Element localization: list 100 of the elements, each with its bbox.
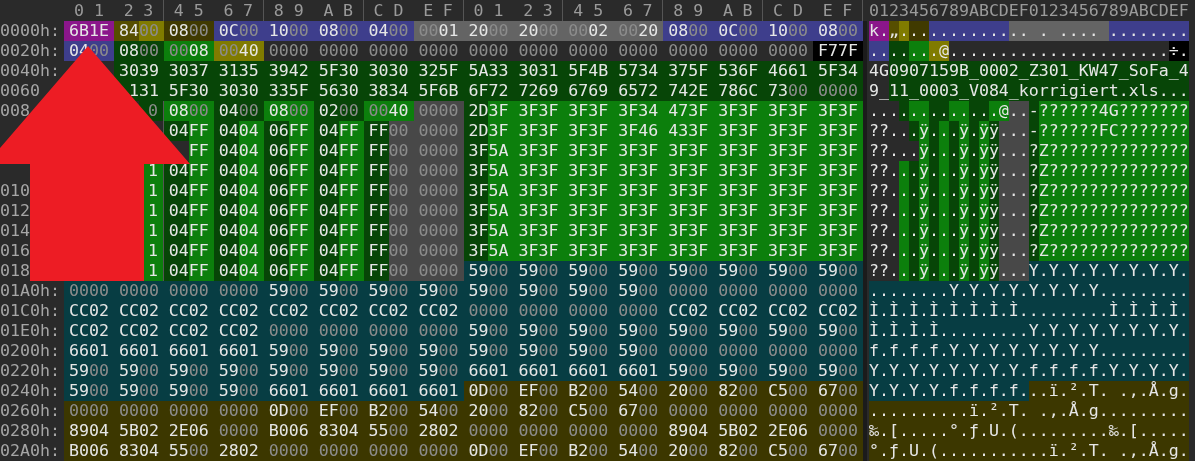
hex-cell: 6700 (813, 441, 863, 461)
hex-cell: 3F3F (613, 201, 664, 221)
hex-cell: 5900 (663, 261, 714, 281)
hex-cell: 2E06 (163, 421, 214, 441)
hex-cell: 06FF (263, 161, 314, 181)
hex-cell: 7269 (513, 81, 564, 101)
hex-cell: 3F3F (513, 241, 564, 261)
hex-cell: 3F34 (613, 101, 664, 121)
hex-cell: 5900 (413, 361, 464, 381)
hex-cell: 5900 (663, 321, 714, 341)
hex-cell: 5900 (713, 361, 764, 381)
column-label: 5 (592, 0, 605, 21)
hex-cell: 04FF (163, 261, 214, 281)
hex-cell: 5500 (363, 421, 414, 441)
hex-cell: 5900 (613, 261, 664, 281)
hex-cell: FF00 (363, 261, 414, 281)
column-label: 4 (172, 0, 185, 21)
hex-cell: 6601 (613, 361, 664, 381)
hex-cell: 5734 (613, 61, 664, 81)
hex-cell: 3F5A (463, 161, 514, 181)
hex-cell: 6601 (263, 381, 314, 401)
hex-cell: 6F72 (463, 81, 514, 101)
hex-cell: 5900 (263, 361, 314, 381)
hex-cell: 5F34 (813, 61, 863, 81)
column-label: 6 (622, 0, 635, 21)
hex-cell: 473F (663, 101, 714, 121)
hex-cell: 0000 (663, 281, 714, 301)
hex-cell: 2E06 (763, 421, 814, 441)
hex-cell: 5900 (813, 361, 863, 381)
hex-cell: 0800 (813, 21, 863, 41)
column-label: B (741, 0, 754, 21)
hex-cell: CC02 (813, 301, 863, 321)
column-label: 0 (72, 0, 85, 21)
hex-cell: 0404 (213, 161, 264, 181)
hex-cell: 5900 (663, 361, 714, 381)
hex-cell: 5900 (263, 341, 314, 361)
hex-cell: 0000 (213, 421, 264, 441)
hex-cell: 5900 (563, 321, 614, 341)
hex-cell: 3F3F (713, 221, 764, 241)
hex-cell: C500 (563, 401, 614, 421)
hex-cell: 0D00 (463, 381, 514, 401)
hex-cell: 3F3F (663, 221, 714, 241)
hex-cell: 04FF (313, 161, 364, 181)
hex-cell: 04FF (313, 241, 364, 261)
hex-cell: 8304 (313, 421, 364, 441)
hex-cell: 5900 (263, 281, 314, 301)
hex-cell: 8904 (663, 421, 714, 441)
hex-cell: 3039 (113, 61, 164, 81)
ascii-text: ??...ÿ...ÿ.ÿÿ...Y.Y.Y.Y.Y.Y.Y.Y. (869, 261, 1189, 281)
hex-cell: 04FF (313, 121, 364, 141)
hex-cell: 0000 (363, 441, 414, 461)
hex-cell: 3F3F (613, 141, 664, 161)
hex-cell: 04FF (313, 201, 364, 221)
hex-cell: 6B1E (64, 21, 114, 41)
ascii-column-header: 0123456789ABCDEF0123456789ABCDEF (869, 0, 1189, 21)
hex-cell: B200 (563, 381, 614, 401)
hex-cell: 3F3F (813, 161, 863, 181)
hex-cell: 0800 (313, 21, 364, 41)
hex-cell: CC02 (64, 321, 114, 341)
hex-cell: 5630 (313, 81, 364, 101)
hex-cell: 0000 (64, 281, 114, 301)
hex-cell: 0000 (763, 281, 814, 301)
hex-cell: 06FF (263, 121, 314, 141)
hex-cell: CC02 (413, 301, 464, 321)
hex-cell: EF00 (513, 441, 564, 461)
column-label: E (422, 0, 435, 21)
hex-cell: 6601 (513, 361, 564, 381)
hex-cell: 2000 (663, 441, 714, 461)
hex-cell: 375F (663, 61, 714, 81)
hex-cell: 0000 (413, 261, 464, 281)
hex-cell: 0800 (163, 21, 214, 41)
hex-cell: CC02 (163, 321, 214, 341)
hex-cell: 3F3F (613, 221, 664, 241)
hex-cell: 3F3F (763, 181, 814, 201)
hex-cell: 3F3F (713, 181, 764, 201)
hex-cell: 3F3F (663, 241, 714, 261)
hex-cell: 0000 (363, 321, 414, 341)
hex-cell: 7300 (763, 81, 814, 101)
column-label: 9 (692, 0, 705, 21)
hex-cell: 06FF (263, 241, 314, 261)
hex-cell: 0000 (413, 141, 464, 161)
hex-cell: 0000 (313, 441, 364, 461)
hex-cell: 04FF (163, 201, 214, 221)
hex-cell: 6601 (413, 381, 464, 401)
hex-cell: 5900 (563, 281, 614, 301)
hex-cell: 06FF (263, 221, 314, 241)
hex-cell: 3F3F (563, 181, 614, 201)
ascii-text: ??...ÿ...ÿ.ÿÿ...?Z?????????????? (869, 141, 1189, 161)
hex-cell: 3F3F (563, 141, 614, 161)
hex-cell: 5900 (313, 361, 364, 381)
hex-cell: 3037 (163, 61, 214, 81)
hex-cell: 04FF (163, 241, 214, 261)
hex-cell: CC02 (163, 301, 214, 321)
hex-cell: 04FF (313, 221, 364, 241)
column-label: 7 (242, 0, 254, 21)
hex-cell: 3F5A (463, 181, 514, 201)
hex-cell: 335F (263, 81, 314, 101)
hex-cell: 0000 (813, 421, 863, 441)
hex-cell: 5900 (463, 321, 514, 341)
hex-cell: 3F3F (513, 201, 564, 221)
